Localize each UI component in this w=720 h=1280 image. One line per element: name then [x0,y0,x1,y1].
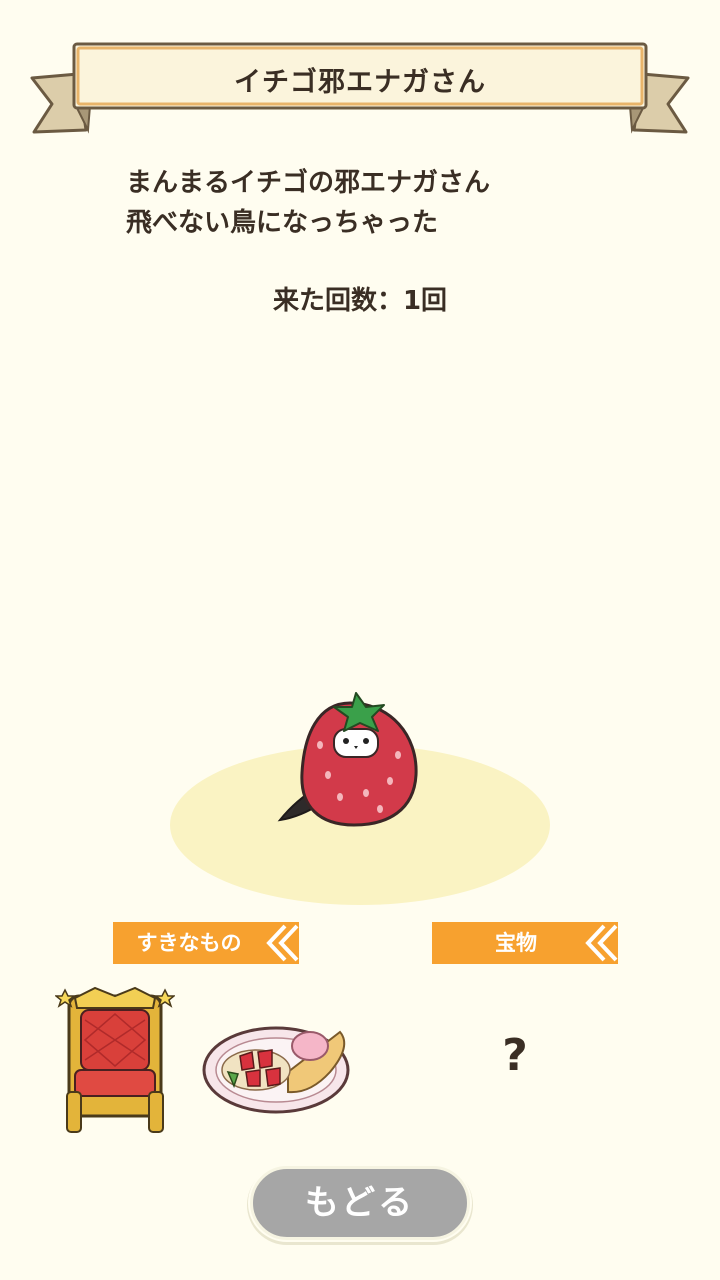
treasure-label-text: 宝物 [495,931,537,955]
description-line-2: 飛べない鳥になっちゃった [126,208,439,238]
treasure-unknown-value: ? [502,1030,528,1081]
title-banner: イチゴ邪エナガさん [30,40,690,140]
description-line-1: まんまるイチゴの邪エナガさん [126,168,491,198]
strawberry-bird-character[interactable] [270,685,430,835]
character-detail-screen: イチゴ邪エナガさん まんまるイチゴの邪エナガさん 飛べない鳥になっちゃった 来た… [0,0,720,1280]
favorites-label-text: すきなもの [136,931,242,955]
strawberry-crepe-dish-icon[interactable] [200,1012,355,1117]
back-button[interactable]: もどる [250,1166,470,1240]
throne-icon[interactable] [55,982,175,1137]
favorites-label: すきなもの [113,922,303,964]
treasure-label: 宝物 [432,922,622,964]
character-description: まんまるイチゴの邪エナガさん 飛べない鳥になっちゃった [126,163,490,243]
visit-count: 来た回数：1回 [272,286,448,316]
character-name-title: イチゴ邪エナガさん [234,67,486,98]
